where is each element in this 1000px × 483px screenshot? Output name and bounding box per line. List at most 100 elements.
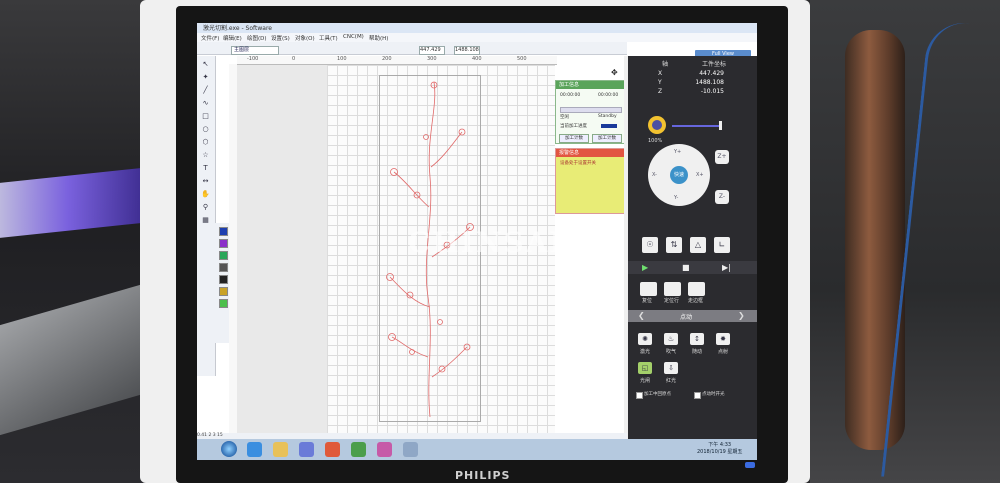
speed-knob-icon[interactable] (648, 116, 666, 134)
folder-icon[interactable] (273, 442, 288, 457)
process-count-button-2[interactable]: 加工计数 (592, 134, 622, 143)
layer-select[interactable]: 主图层 (231, 46, 279, 55)
locate-button[interactable] (664, 282, 681, 296)
pulse-label: 点射 (718, 349, 729, 355)
pause-run-icon[interactable]: ▶| (722, 263, 731, 272)
clock-date: 2018/10/19 星期五 (697, 449, 743, 455)
menu-settings[interactable]: 设置(S) (271, 34, 290, 42)
swatch-blue[interactable] (219, 227, 228, 236)
chevron-right-icon[interactable]: ❯ (738, 311, 745, 321)
text-tool-icon[interactable]: T (201, 164, 210, 173)
clock-time: 下午 4:33 (708, 442, 732, 448)
jog-mode-label: 点动 (680, 314, 693, 321)
window-title: 激光切割.exe - Software (203, 25, 272, 32)
menu-draw[interactable]: 绘图(D) (247, 34, 267, 42)
return-origin-label: 加工中回原点 (644, 392, 671, 397)
media-icon[interactable] (299, 442, 314, 457)
chevron-left-icon[interactable]: ❮ (638, 311, 645, 321)
shutter-icon[interactable]: ◱ (638, 362, 652, 374)
menu-cnc[interactable]: CNC(M) (343, 34, 364, 40)
rectangle-tool-icon[interactable]: □ (201, 112, 210, 121)
windows-taskbar: 下午 4:33 2018/10/19 星期五 (197, 439, 757, 460)
app-green-icon[interactable] (351, 442, 366, 457)
monitor-brand: PHILIPS (455, 469, 511, 482)
ruler-label: 500 (517, 56, 527, 62)
coord-x-field[interactable]: 447.429 (419, 46, 445, 55)
jog-fast-button[interactable]: 快速 (670, 166, 688, 184)
red-light-label: 红光 (666, 378, 677, 384)
jog-y-plus-button[interactable]: Y+ (674, 149, 681, 155)
axis-y-label: Y (658, 79, 662, 86)
laser-label: 激光 (640, 349, 651, 355)
red-light-icon[interactable]: ⇩ (664, 362, 678, 374)
coord-y-field[interactable]: 1488.108 (454, 46, 480, 55)
menu-help[interactable]: 帮助(H) (369, 34, 388, 42)
jog-dpad: Y+ Y- X- X+ 快速 (648, 144, 710, 206)
laser-app-icon[interactable] (403, 442, 418, 457)
air-blow-icon[interactable]: ♨ (664, 333, 678, 345)
swatch-green[interactable] (219, 251, 228, 260)
ruler-label: 300 (427, 56, 437, 62)
swatch-gold[interactable] (219, 287, 228, 296)
watermark-text: CHINSAIL (408, 226, 587, 259)
locate-label: 定位行 (664, 298, 680, 304)
ruler-label: 200 (382, 56, 392, 62)
measure-tool-icon[interactable]: ↔ (201, 177, 210, 186)
lc-calibrate-icon[interactable]: ∟ (714, 237, 730, 253)
polygon-tool-icon[interactable]: ⬡ (201, 138, 210, 147)
move-head-icon[interactable]: ⇅ (666, 237, 682, 253)
tray-clock[interactable]: 下午 4:33 2018/10/19 星期五 (697, 442, 742, 456)
line-tool-icon[interactable]: ╱ (201, 86, 210, 95)
ruler-label: 400 (472, 56, 482, 62)
return-origin-checkbox[interactable] (636, 392, 643, 399)
circle-tool-icon[interactable]: ○ (201, 125, 210, 134)
star-tool-icon[interactable]: ☆ (201, 151, 210, 160)
ie-browser-icon[interactable] (247, 442, 262, 457)
menu-file[interactable]: 文件(F) (201, 34, 219, 42)
swatch-gray[interactable] (219, 263, 228, 272)
swatch-lightgreen[interactable] (219, 299, 228, 308)
trace-frame-button[interactable] (688, 282, 705, 296)
stop-run-icon[interactable]: ■ (682, 263, 690, 272)
menu-object[interactable]: 对象(O) (295, 34, 315, 42)
reset-button[interactable] (640, 282, 657, 296)
machine-state-value: Standby (598, 114, 617, 119)
power-led-icon (745, 462, 755, 468)
pan-tool-icon[interactable]: ✋ (201, 190, 210, 199)
jog-x-minus-button[interactable]: X- (652, 172, 657, 178)
start-run-icon[interactable]: ▶ (642, 263, 648, 272)
node-edit-icon[interactable]: ✦ (201, 73, 210, 82)
speed-slider-thumb[interactable] (719, 121, 722, 130)
ruler-label: 100 (337, 56, 347, 62)
array-tool-icon[interactable]: ▦ (201, 216, 210, 225)
zoom-tool-icon[interactable]: ⚲ (201, 203, 210, 212)
laser-tool-icon[interactable]: ☉ (642, 237, 658, 253)
edge-find-icon[interactable]: △ (690, 237, 706, 253)
menu-tools[interactable]: 工具(T) (319, 34, 338, 42)
process-info-panel: 加工信息 00:00:00 00:00:00 空闲 Standby 当前加工进度… (555, 80, 626, 144)
start-button-icon[interactable] (221, 441, 237, 457)
jog-y-minus-button[interactable]: Y- (674, 195, 678, 201)
select-arrow-icon[interactable]: ↖ (201, 60, 210, 69)
swatch-purple[interactable] (219, 239, 228, 248)
coord-header: 工件坐标 (702, 61, 727, 68)
jog-laser-checkbox[interactable] (694, 392, 701, 399)
speed-slider[interactable] (672, 125, 722, 127)
air-blow-label: 吹气 (666, 349, 677, 355)
jog-x-plus-button[interactable]: X+ (696, 172, 704, 178)
pulse-icon[interactable]: ✸ (716, 333, 730, 345)
menu-edit[interactable]: 编辑(E) (223, 34, 242, 42)
current-progress-label: 当前加工进度 (560, 124, 587, 129)
curve-tool-icon[interactable]: ∿ (201, 99, 210, 108)
follow-icon[interactable]: ↕ (690, 333, 704, 345)
process-count-button[interactable]: 加工计数 (559, 134, 589, 143)
app-s-icon[interactable] (325, 442, 340, 457)
follow-label: 随动 (692, 349, 703, 355)
swatch-black[interactable] (219, 275, 228, 284)
jog-z-plus-button[interactable]: Z+ (715, 150, 729, 164)
speed-percent: 100% (648, 138, 663, 144)
color-palette (215, 223, 229, 343)
jog-z-minus-button[interactable]: Z- (715, 190, 729, 204)
laser-button-icon[interactable]: ✺ (638, 333, 652, 345)
app-pink-icon[interactable] (377, 442, 392, 457)
